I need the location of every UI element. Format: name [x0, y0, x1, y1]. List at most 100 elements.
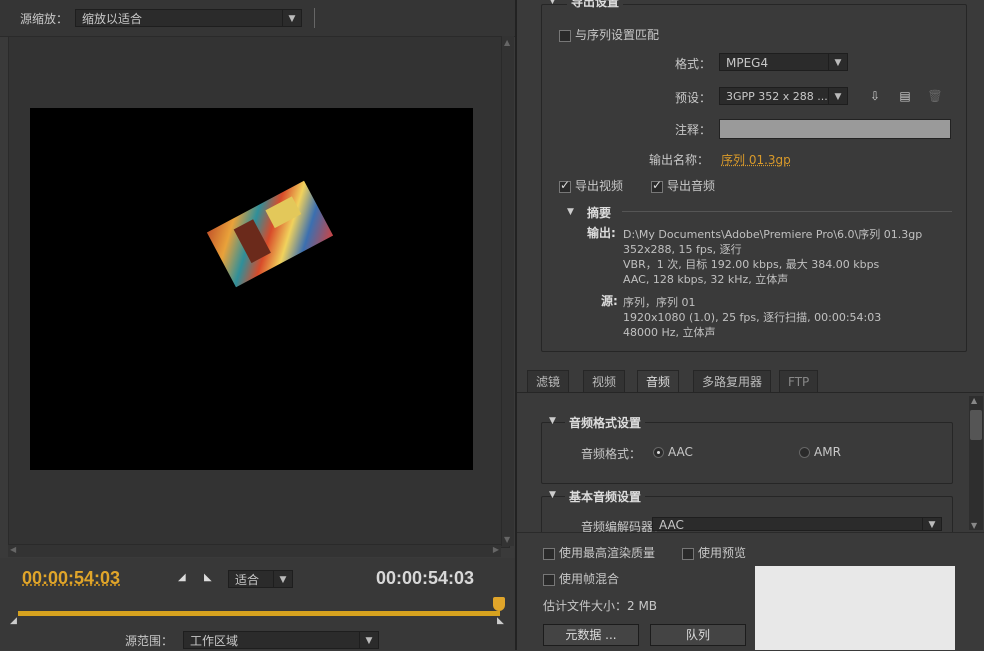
preview-horizontal-scrollbar[interactable]: ◀ ▶ — [8, 544, 501, 557]
preview-vertical-scrollbar[interactable]: ▲ ▼ — [501, 36, 514, 546]
set-out-point-icon[interactable]: ◣ — [204, 572, 212, 583]
preset-dropdown[interactable]: 3GPP 352 x 288 ... ▼ — [719, 87, 848, 105]
settings-scrollbar[interactable]: ▲ ▼ — [969, 396, 983, 530]
source-line: 序列，序列 01 — [623, 296, 696, 309]
output-line: D:\My Documents\Adobe\Premiere Pro\6.0\序… — [623, 228, 923, 241]
scroll-left-icon[interactable]: ◀ — [10, 545, 16, 554]
work-area-bar[interactable] — [18, 611, 500, 616]
match-sequence-label: 与序列设置匹配 — [575, 28, 660, 42]
source-line: 48000 Hz, 立体声 — [623, 326, 716, 339]
summary-divider — [622, 211, 952, 212]
scroll-up-icon[interactable]: ▲ — [504, 38, 510, 47]
tab-filters[interactable]: 滤镜 — [527, 370, 570, 393]
tab-multiplexer[interactable]: 多路复用器 — [693, 370, 772, 393]
export-video-label: 导出视频 — [575, 179, 624, 193]
summary-collapse-icon[interactable]: ▼ — [567, 207, 574, 217]
collapse-arrow-icon[interactable]: ▼ — [549, 490, 556, 500]
comment-input[interactable] — [719, 119, 951, 139]
scroll-down-icon[interactable]: ▼ — [504, 535, 510, 544]
max-quality-checkbox[interactable]: 使用最高渲染质量 — [543, 544, 655, 561]
audio-codec-dropdown[interactable]: AAC ▼ — [652, 517, 942, 532]
format-dropdown[interactable]: MPEG4 ▼ — [719, 53, 848, 71]
output-line: VBR，1 次, 目标 192.00 kbps, 最大 384.00 kbps — [623, 258, 880, 271]
export-audio-checkbox[interactable]: 导出音频 — [651, 177, 715, 194]
output-name-label: 输出名称： — [649, 153, 710, 167]
export-settings-panel: ▼ 导出设置 与序列设置匹配 格式： MPEG4 ▼ 预设： 3GPP 352 … — [515, 0, 984, 651]
current-timecode[interactable]: 00:00:54:03 — [22, 568, 120, 589]
checkbox-box[interactable] — [543, 573, 555, 586]
comment-label: 注释： — [675, 123, 712, 137]
source-zoom-value: 缩放以适合 — [82, 12, 143, 26]
scroll-up-icon[interactable]: ▲ — [971, 396, 977, 405]
use-preview-checkbox[interactable]: 使用预览 — [682, 544, 746, 561]
set-in-point-icon[interactable]: ◢ — [178, 572, 186, 583]
source-panel: 源缩放： 缩放以适合 ▼ ▲ ▼ ◀ ▶ 00:00:54:03 ◢ ◣ 适合 … — [0, 0, 515, 650]
source-summary-label: 源: — [601, 294, 618, 308]
audio-format-aac-radio[interactable]: AAC — [653, 445, 693, 459]
scroll-right-icon[interactable]: ▶ — [493, 545, 499, 554]
source-summary: 序列，序列 01 1920x1080 (1.0), 25 fps, 逐行扫描, … — [623, 295, 881, 340]
radio-dot[interactable] — [799, 447, 810, 458]
chevron-down-icon: ▼ — [359, 632, 378, 648]
scroll-down-icon[interactable]: ▼ — [971, 521, 977, 530]
source-range-label: 源范围： — [125, 634, 174, 648]
video-frame — [30, 108, 473, 470]
output-name-link[interactable]: 序列 01.3gp — [721, 151, 791, 168]
source-line: 1920x1080 (1.0), 25 fps, 逐行扫描, 00:00:54:… — [623, 311, 882, 324]
overlay-panel — [755, 566, 955, 650]
tab-video[interactable]: 视频 — [583, 370, 626, 393]
fit-dropdown[interactable]: 适合 ▼ — [228, 570, 293, 588]
preset-value: 3GPP 352 x 288 ... — [726, 90, 828, 103]
source-range-dropdown[interactable]: 工作区域 ▼ — [183, 631, 379, 649]
fit-value: 适合 — [235, 573, 260, 587]
checkbox-box[interactable] — [559, 29, 571, 42]
source-toolbar: 源缩放： 缩放以适合 ▼ — [0, 0, 515, 37]
format-value: MPEG4 — [726, 56, 769, 70]
collapse-arrow-icon[interactable]: ▼ — [549, 416, 556, 426]
format-label: 格式： — [675, 57, 712, 71]
match-sequence-checkbox[interactable]: 与序列设置匹配 — [559, 26, 659, 43]
toolbar-divider — [314, 8, 315, 28]
collapse-arrow-icon[interactable]: ▼ — [549, 0, 556, 6]
frame-blend-checkbox[interactable]: 使用帧混合 — [543, 570, 619, 587]
checkbox-box[interactable] — [651, 178, 663, 193]
delete-preset-icon[interactable]: 🗑 — [927, 88, 943, 104]
checkbox-box[interactable] — [543, 547, 555, 560]
chevron-down-icon: ▼ — [922, 518, 941, 530]
tab-ftp[interactable]: FTP — [779, 370, 819, 393]
output-summary-label: 输出: — [587, 226, 616, 240]
max-quality-label: 使用最高渲染质量 — [559, 546, 656, 560]
scrollbar-thumb[interactable] — [970, 410, 982, 440]
tab-underline — [517, 392, 984, 393]
audio-format-label: 音频格式： — [581, 447, 642, 461]
source-zoom-label: 源缩放： — [20, 12, 69, 26]
export-video-checkbox[interactable]: 导出视频 — [559, 177, 623, 194]
checkbox-box[interactable] — [682, 547, 694, 560]
preset-label: 预设： — [675, 91, 712, 105]
save-preset-icon[interactable]: ⇩ — [867, 88, 883, 104]
use-preview-label: 使用预览 — [698, 546, 747, 560]
queue-button[interactable]: 队列 — [650, 624, 746, 646]
tab-audio[interactable]: 音频 — [637, 370, 680, 393]
audio-format-title: 音频格式设置 — [565, 414, 646, 431]
amr-label: AMR — [814, 445, 841, 459]
out-point-marker-icon[interactable]: ◣ — [497, 616, 504, 626]
checkbox-box[interactable] — [559, 178, 571, 193]
frame-blend-label: 使用帧混合 — [559, 572, 620, 586]
duration-timecode: 00:00:54:03 — [376, 568, 475, 588]
import-preset-icon[interactable]: ▤ — [897, 88, 913, 104]
audio-codec-value: AAC — [659, 518, 684, 532]
radio-dot[interactable] — [653, 447, 664, 458]
output-summary: D:\My Documents\Adobe\Premiere Pro\6.0\序… — [623, 227, 922, 287]
audio-format-amr-radio[interactable]: AMR — [799, 445, 841, 459]
in-point-marker-icon[interactable]: ◢ — [10, 616, 17, 626]
metadata-button[interactable]: 元数据 ... — [543, 624, 639, 646]
basic-audio-title: 基本音频设置 — [565, 488, 646, 505]
chevron-down-icon: ▼ — [282, 10, 301, 26]
source-range-value: 工作区域 — [190, 634, 239, 648]
playhead-icon[interactable] — [493, 597, 505, 611]
source-zoom-dropdown[interactable]: 缩放以适合 ▼ — [75, 9, 302, 27]
chevron-down-icon: ▼ — [273, 571, 292, 587]
export-settings-title: 导出设置 — [567, 0, 624, 10]
output-line: AAC, 128 kbps, 32 kHz, 立体声 — [623, 273, 789, 286]
